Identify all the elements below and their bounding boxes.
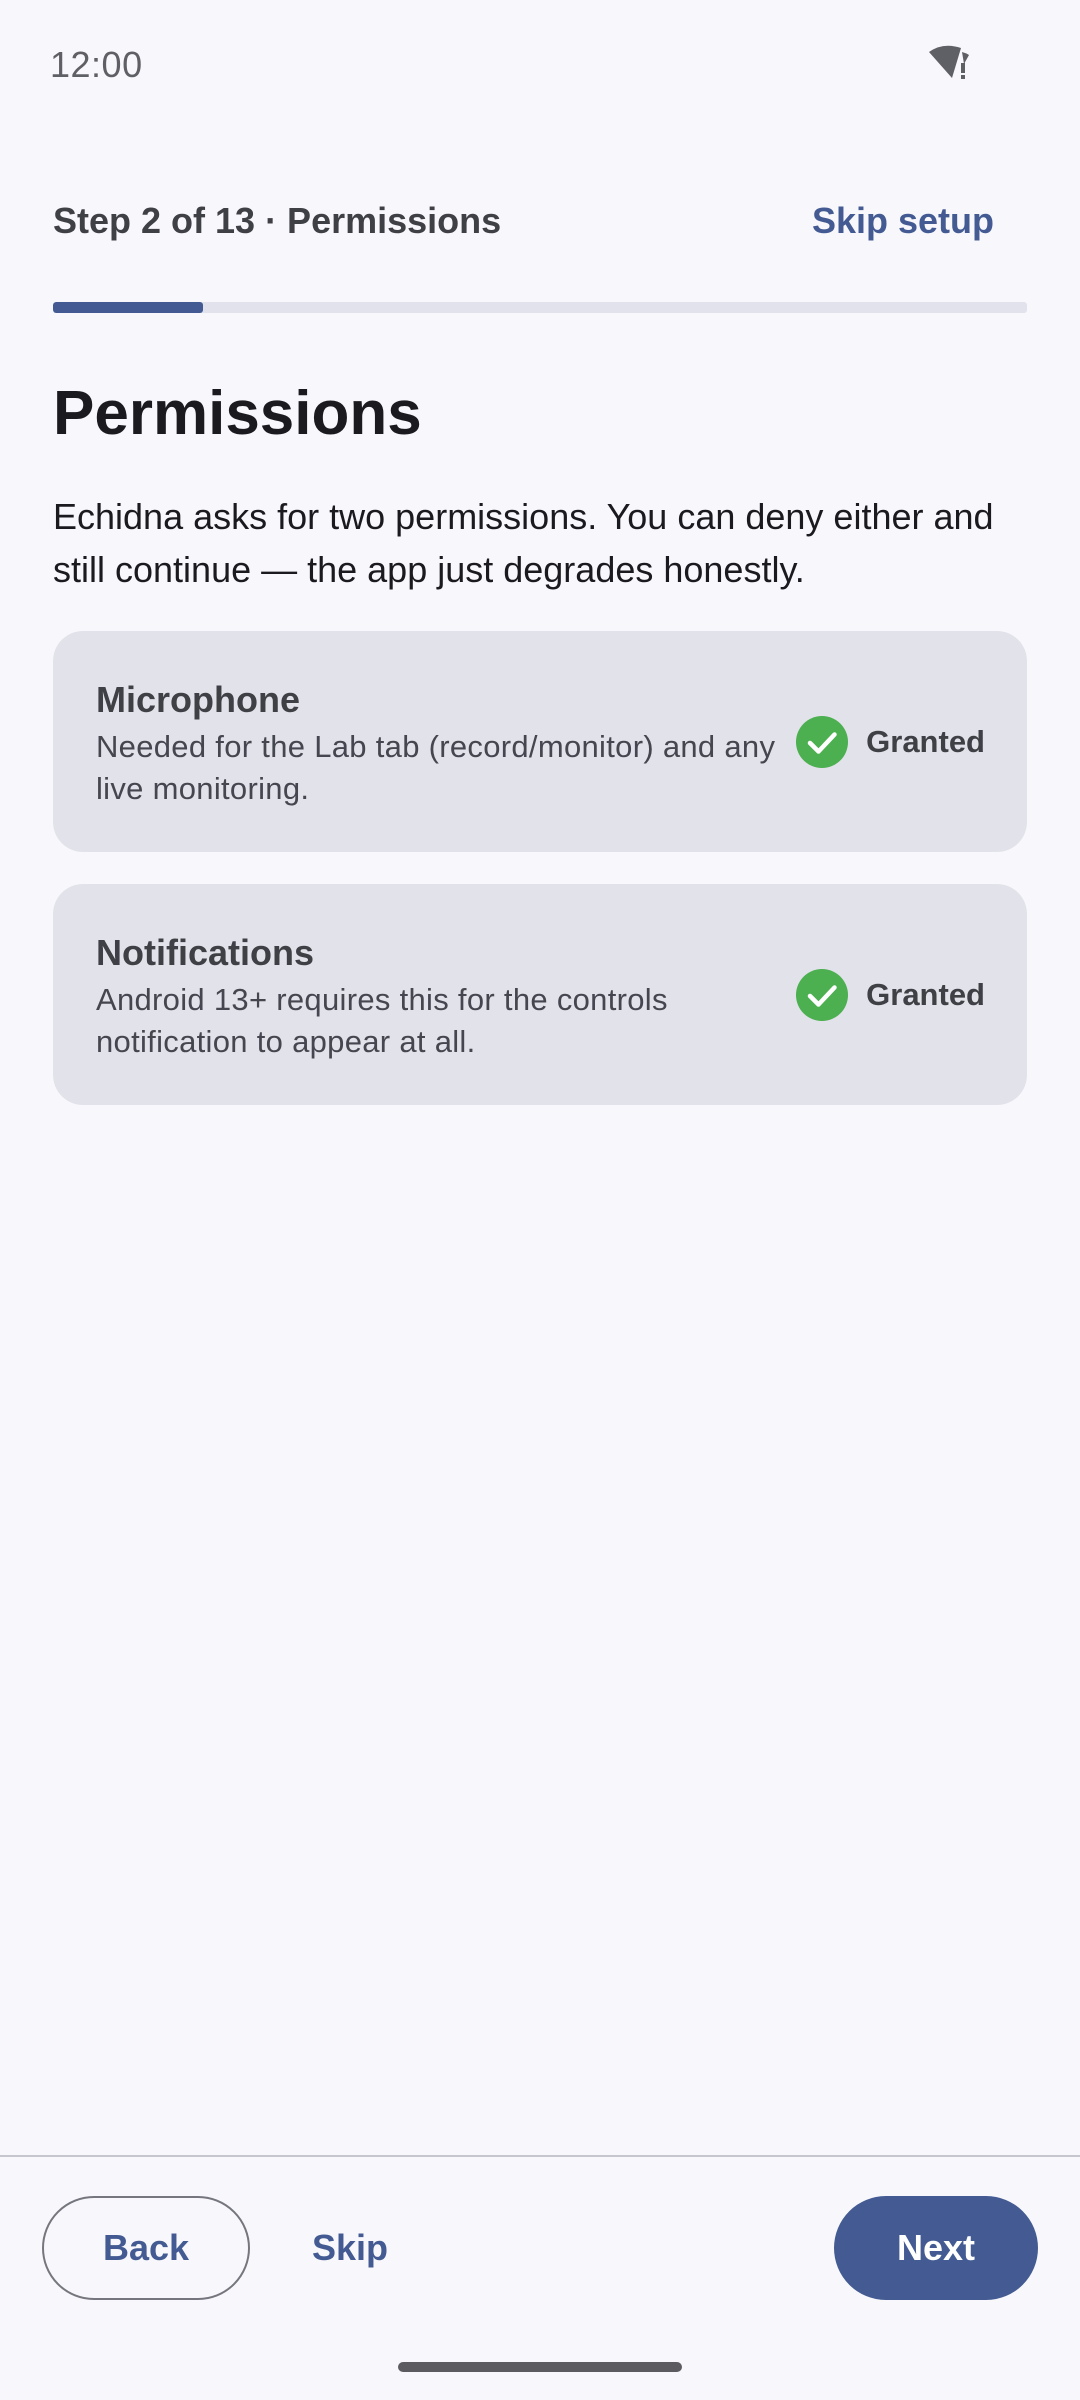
wifi-alert-icon [929,45,969,79]
permission-status: Granted [796,716,985,768]
permission-title: Microphone [96,679,300,720]
onboarding-screen: 12:00 Step 2 of 13 · Permissions Skip se… [0,0,1080,2400]
gesture-nav-handle[interactable] [398,2362,682,2372]
permission-status-label: Granted [866,724,985,759]
status-time: 12:00 [50,44,143,85]
permission-description: Android 13+ requires this for the contro… [96,982,668,1059]
page-title: Permissions [53,379,422,448]
check-circle-icon [796,969,849,1021]
permission-card-microphone[interactable]: Microphone Needed for the Lab tab (recor… [53,631,1027,852]
permission-status: Granted [796,969,985,1021]
next-button[interactable]: Next [834,2196,1038,2300]
back-button[interactable]: Back [42,2196,250,2300]
setup-progress-fill [53,302,203,313]
skip-setup-button[interactable]: Skip setup [812,200,994,242]
intro-text: Echidna asks for two permissions. You ca… [53,496,994,590]
status-bar: 12:00 [0,0,1080,130]
bottom-divider [0,2155,1080,2157]
skip-button[interactable]: Skip [300,2196,400,2300]
permission-card-notifications[interactable]: Notifications Android 13+ requires this … [53,884,1027,1105]
step-indicator: Step 2 of 13 · Permissions [53,200,502,241]
check-circle-icon [796,716,849,768]
setup-progress-bar [53,302,1027,313]
permission-title: Notifications [96,932,315,973]
permission-status-label: Granted [866,977,985,1012]
permission-description: Needed for the Lab tab (record/monitor) … [96,729,776,806]
